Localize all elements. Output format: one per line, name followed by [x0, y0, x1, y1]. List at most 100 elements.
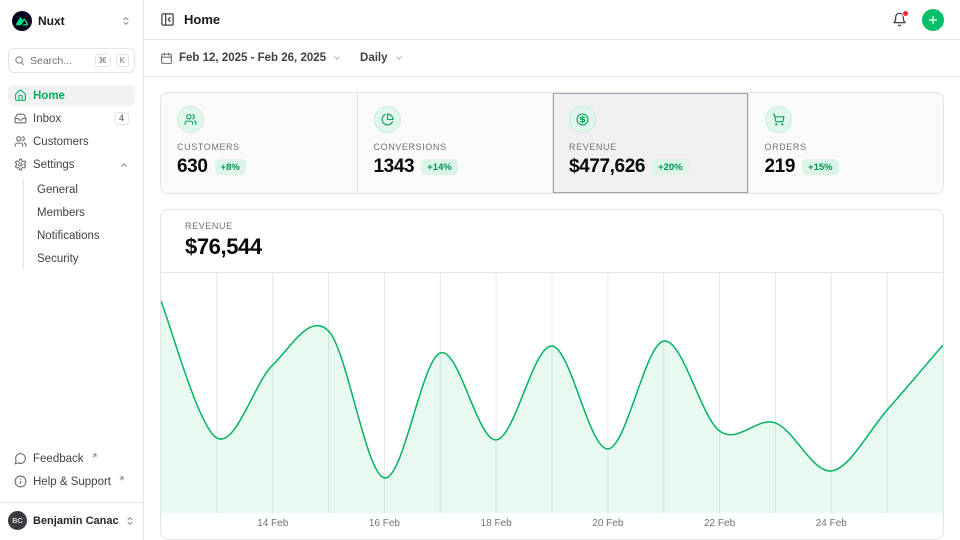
nuxt-logo-icon: [12, 11, 32, 31]
sidebar-item-settings[interactable]: Settings: [8, 154, 135, 175]
sidebar-item-help-support[interactable]: Help & Support: [8, 471, 135, 492]
workspace-switcher[interactable]: Nuxt: [8, 8, 135, 34]
users-icon: [14, 135, 27, 148]
message-circle-icon: [14, 452, 27, 465]
external-link-icon: [118, 475, 125, 482]
kbd-k: K: [116, 54, 129, 68]
home-icon: [14, 89, 27, 102]
date-range-value: Feb 12, 2025 - Feb 26, 2025: [179, 52, 326, 64]
sidebar-item-members[interactable]: Members: [35, 202, 135, 223]
stat-value: 1343: [374, 156, 415, 178]
sidebar: Nuxt Search... ⌘ K Home Inbox 4: [0, 0, 144, 540]
external-link-icon: [91, 452, 98, 459]
app-window: Nuxt Search... ⌘ K Home Inbox 4: [0, 0, 960, 540]
x-axis-label: 24 Feb: [816, 518, 847, 529]
dollar-circle-icon: [576, 113, 589, 126]
filters-toolbar: Feb 12, 2025 - Feb 26, 2025 Daily: [144, 40, 960, 77]
notifications-button[interactable]: [892, 12, 907, 27]
stat-value: $477,626: [569, 156, 645, 178]
chevron-up-icon: [119, 160, 129, 170]
sidebar-item-label: Help & Support: [33, 476, 111, 488]
info-icon: [14, 475, 27, 488]
settings-subnav: General Members Notifications Security: [23, 179, 135, 269]
main-area: Home Feb 12, 2025 - Feb 26, 2025 Daily: [144, 0, 960, 540]
sidebar-item-home[interactable]: Home: [8, 85, 135, 106]
stat-delta-badge: +8%: [215, 159, 246, 175]
user-menu[interactable]: BC Benjamin Canac: [0, 502, 143, 532]
avatar: BC: [8, 511, 27, 530]
stat-delta-badge: +14%: [421, 159, 458, 175]
search-input[interactable]: Search... ⌘ K: [8, 48, 135, 73]
sidebar-item-label: Feedback: [33, 453, 84, 465]
collapse-sidebar-button[interactable]: [160, 12, 175, 27]
calendar-icon: [160, 52, 173, 65]
date-range-picker[interactable]: Feb 12, 2025 - Feb 26, 2025: [160, 52, 342, 65]
sidebar-item-label: General: [37, 184, 133, 196]
top-bar: Home: [144, 0, 960, 40]
sidebar-item-label: Customers: [33, 136, 129, 148]
stat-value: 630: [177, 156, 208, 178]
stat-value: 219: [765, 156, 796, 178]
kbd-cmd: ⌘: [95, 54, 111, 68]
plus-icon: [927, 14, 939, 26]
sidebar-item-label: Members: [37, 207, 133, 219]
gear-icon: [14, 158, 27, 171]
notification-dot: [902, 10, 909, 17]
sidebar-item-label: Inbox: [33, 113, 108, 125]
sidebar-footer: Feedback Help & Support BC Benjamin Cana…: [8, 448, 135, 532]
stat-label: REVENUE: [569, 142, 732, 152]
sidebar-item-label: Settings: [33, 159, 113, 171]
chevron-down-icon: [332, 53, 342, 63]
sidebar-item-inbox[interactable]: Inbox 4: [8, 108, 135, 129]
stats-panel: CUSTOMERS 630 +8% CONVERSIONS 1343 +14%: [160, 92, 944, 194]
chart-header: REVENUE $76,544: [161, 210, 943, 272]
workspace-name: Nuxt: [38, 14, 65, 28]
granularity-select[interactable]: Daily: [360, 52, 404, 64]
stat-label: CUSTOMERS: [177, 142, 341, 152]
add-button[interactable]: [922, 9, 944, 31]
chart-metric-total: $76,544: [185, 234, 919, 260]
chevrons-up-down-icon: [121, 16, 131, 26]
stat-card-customers[interactable]: CUSTOMERS 630 +8%: [161, 93, 357, 193]
sidebar-item-security[interactable]: Security: [35, 248, 135, 269]
chevrons-up-down-icon: [125, 516, 135, 526]
stat-card-conversions[interactable]: CONVERSIONS 1343 +14%: [357, 93, 553, 193]
x-axis-label: 22 Feb: [704, 518, 735, 529]
search-placeholder: Search...: [30, 55, 90, 67]
x-axis-label: 14 Feb: [257, 518, 288, 529]
stat-delta-badge: +20%: [652, 159, 689, 175]
page-title: Home: [184, 12, 220, 27]
x-axis-label: 18 Feb: [481, 518, 512, 529]
sidebar-item-label: Home: [33, 90, 129, 102]
revenue-chart-card: REVENUE $76,544 14 Feb 16 Feb 18 Feb 20 Feb…: [160, 209, 944, 540]
stat-card-orders[interactable]: ORDERS 219 +15%: [748, 93, 944, 193]
inbox-icon: [14, 112, 27, 125]
chart-plot-area[interactable]: [161, 272, 943, 513]
x-axis-label: 16 Feb: [369, 518, 400, 529]
stat-label: CONVERSIONS: [374, 142, 537, 152]
sidebar-item-customers[interactable]: Customers: [8, 131, 135, 152]
search-icon: [14, 55, 25, 66]
x-axis-label: 20 Feb: [592, 518, 623, 529]
chart-metric-label: REVENUE: [185, 221, 919, 231]
cart-icon: [772, 113, 785, 126]
panel-left-close-icon: [160, 12, 175, 27]
chevron-down-icon: [394, 53, 404, 63]
sidebar-nav: Home Inbox 4 Customers Settings General: [8, 85, 135, 269]
revenue-area-chart: [161, 273, 943, 513]
sidebar-item-notifications[interactable]: Notifications: [35, 225, 135, 246]
sidebar-item-general[interactable]: General: [35, 179, 135, 200]
stat-card-revenue[interactable]: REVENUE $477,626 +20%: [552, 93, 748, 193]
user-name: Benjamin Canac: [33, 515, 119, 527]
granularity-value: Daily: [360, 52, 388, 64]
chart-pie-icon: [381, 113, 394, 126]
content: CUSTOMERS 630 +8% CONVERSIONS 1343 +14%: [144, 77, 960, 540]
users-icon: [184, 113, 197, 126]
sidebar-item-feedback[interactable]: Feedback: [8, 448, 135, 469]
chart-x-axis: 14 Feb 16 Feb 18 Feb 20 Feb 22 Feb 24 Feb: [161, 513, 943, 539]
inbox-count-badge: 4: [114, 112, 129, 126]
stat-label: ORDERS: [765, 142, 928, 152]
sidebar-item-label: Notifications: [37, 230, 133, 242]
sidebar-item-label: Security: [37, 253, 133, 265]
stat-delta-badge: +15%: [802, 159, 839, 175]
